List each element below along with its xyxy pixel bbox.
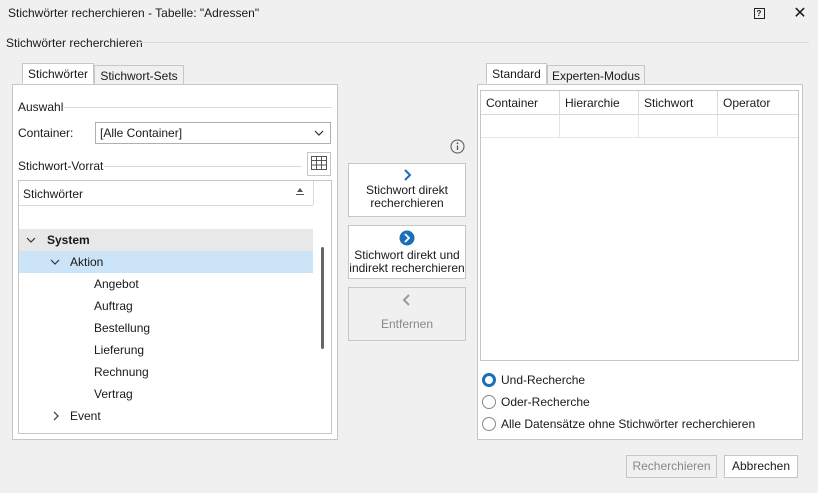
tree-item-label: Event — [70, 409, 101, 423]
criteria-table[interactable]: Container Hierarchie Stichwort Operator — [480, 90, 799, 361]
tab-stichwort-sets[interactable]: Stichwort-Sets — [94, 65, 184, 85]
tree-item-label: Aktion — [70, 255, 104, 269]
search-direct-button[interactable]: Stichwort direkt recherchieren — [348, 163, 466, 217]
auswahl-label: Auswahl — [18, 100, 64, 114]
tree-item-label: Angebot — [94, 277, 139, 291]
keyword-tree[interactable]: Stichwörter System Aktion Angebot Auftra… — [18, 180, 332, 434]
close-button[interactable]: ✕ — [789, 2, 811, 24]
auswahl-divider — [64, 107, 332, 108]
chevron-down-icon — [314, 124, 324, 149]
close-icon: ✕ — [793, 5, 807, 22]
tree-item-auftrag[interactable]: Auftrag — [19, 295, 313, 317]
chevron-right-icon — [349, 169, 465, 184]
help-button[interactable]: ? — [748, 2, 770, 24]
tree-item-lieferung[interactable]: Lieferung — [19, 339, 313, 361]
circle-chevron-right-icon — [349, 230, 465, 249]
container-select[interactable]: [Alle Container] — [95, 122, 331, 144]
radio-ohne-stichwoerter[interactable]: Alle Datensätze ohne Stichwörter recherc… — [482, 417, 755, 431]
table-view-button[interactable] — [307, 152, 331, 176]
search-direct-indirect-button[interactable]: Stichwort direkt und indirekt recherchie… — [348, 225, 466, 279]
tree-item-bestellung[interactable]: Bestellung — [19, 317, 313, 339]
column-header-operator[interactable]: Operator — [718, 91, 798, 115]
chevron-right-icon[interactable] — [52, 405, 60, 433]
radio-label: Und-Recherche — [501, 373, 586, 387]
tree-item-system[interactable]: System — [19, 229, 313, 251]
sort-icon[interactable] — [295, 185, 305, 200]
help-icon: ? — [753, 7, 765, 19]
radio-label: Oder-Recherche — [501, 395, 590, 409]
tree-item-label: Rechnung — [94, 365, 149, 379]
table-cell[interactable] — [639, 115, 718, 138]
remove-label: Entfernen — [380, 317, 434, 331]
column-header-stichwort[interactable]: Stichwort — [639, 91, 718, 115]
tab-experten-modus[interactable]: Experten-Modus — [547, 65, 645, 85]
tree-item-angebot[interactable]: Angebot — [19, 273, 313, 295]
tree-item-label: Lieferung — [94, 343, 145, 357]
radio-label: Alle Datensätze ohne Stichwörter recherc… — [501, 417, 756, 431]
radio-oder[interactable]: Oder-Recherche — [482, 395, 590, 409]
container-label: Container: — [18, 126, 74, 140]
tree-item-aktion[interactable]: Aktion — [19, 251, 313, 273]
chevron-left-icon — [349, 294, 465, 309]
table-icon — [311, 155, 327, 173]
radio-button[interactable] — [482, 417, 496, 431]
tree-item-rechnung[interactable]: Rechnung — [19, 361, 313, 383]
section-title: Stichwörter recherchieren — [6, 36, 143, 50]
tree-item-event[interactable]: Event — [19, 405, 313, 427]
tree-header-label: Stichwörter — [23, 187, 84, 201]
info-icon[interactable] — [450, 139, 465, 157]
tree-scrollbar[interactable] — [321, 247, 324, 349]
table-cell[interactable] — [481, 115, 560, 138]
radio-button[interactable] — [482, 395, 496, 409]
container-select-value: [Alle Container] — [100, 126, 183, 140]
radio-und[interactable]: Und-Recherche — [482, 373, 585, 387]
search-direct-indirect-label-2: indirekt recherchieren — [349, 261, 465, 275]
table-cell[interactable] — [718, 115, 798, 138]
tree-header[interactable]: Stichwörter — [19, 181, 313, 206]
column-header-container[interactable]: Container — [481, 91, 560, 115]
column-header-hierarchie[interactable]: Hierarchie — [560, 91, 639, 115]
window-title: Stichwörter recherchieren - Tabelle: "Ad… — [8, 6, 260, 20]
tree-item-label: Auftrag — [94, 299, 133, 313]
search-button[interactable]: Recherchieren — [626, 455, 717, 478]
section-divider — [136, 42, 809, 43]
vorrat-label: Stichwort-Vorrat — [18, 159, 104, 173]
radio-button[interactable] — [482, 373, 496, 387]
tab-standard[interactable]: Standard — [486, 63, 547, 84]
tree-item-label: Vertrag — [94, 387, 133, 401]
vorrat-divider — [104, 166, 302, 167]
cancel-button[interactable]: Abbrechen — [724, 455, 798, 478]
tab-stichwoerter[interactable]: Stichwörter — [22, 63, 94, 84]
remove-button[interactable]: Entfernen — [348, 287, 466, 341]
tree-item-vertrag[interactable]: Vertrag — [19, 383, 313, 405]
search-direct-label-2: recherchieren — [370, 196, 444, 210]
tree-item-label: System — [47, 233, 90, 247]
tree-item-label: Bestellung — [94, 321, 151, 335]
table-cell[interactable] — [560, 115, 639, 138]
tree-header-separator — [313, 181, 314, 205]
